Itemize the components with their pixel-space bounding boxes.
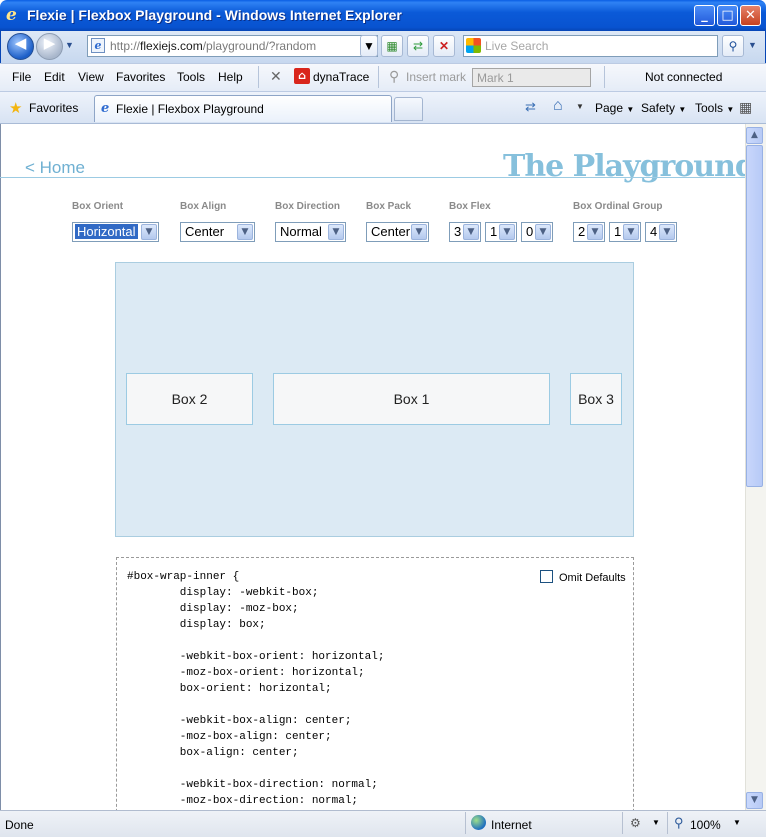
favorites-star-icon: ★ — [9, 100, 23, 117]
stop-icon[interactable]: ✕ — [433, 35, 455, 57]
box-orient-select[interactable]: Horizontal ▼ — [72, 222, 159, 242]
favorites-button[interactable]: Favorites — [29, 101, 78, 115]
toolbar-separator — [258, 66, 259, 88]
box-flex-select-2[interactable]: 1 ▼ — [485, 222, 517, 242]
close-button[interactable]: ✕ — [740, 5, 761, 26]
dynatrace-logo-icon: ⌂ — [294, 68, 310, 84]
box-ordinal-select-1[interactable]: 2 ▼ — [573, 222, 605, 242]
menu-edit[interactable]: Edit — [44, 70, 65, 84]
chevron-down-icon: ▼ — [587, 224, 603, 240]
search-options-icon[interactable]: ▼ — [748, 40, 757, 50]
css-code: #box-wrap-inner { display: -webkit-box; … — [127, 571, 385, 807]
zoom-icon[interactable]: ⚲ — [674, 815, 684, 831]
chevron-down-icon: ▼ — [463, 224, 479, 240]
box-orient-label: Box Orient — [72, 201, 124, 212]
omit-defaults-checkbox[interactable] — [540, 570, 553, 583]
chevron-down-icon: ▼ — [411, 224, 427, 240]
minimize-button[interactable]: _ — [694, 5, 715, 26]
chevron-down-icon: ▼ — [141, 224, 157, 240]
globe-icon — [471, 815, 486, 830]
feeds-icon[interactable]: ⇄ — [525, 99, 536, 115]
omit-defaults-label: Omit Defaults — [559, 572, 626, 584]
live-search-logo-icon — [466, 38, 481, 53]
connection-status: Not connected — [645, 70, 723, 84]
page-title: The Playground — [503, 149, 756, 184]
protected-mode-dropdown-icon[interactable]: ▼ — [652, 818, 660, 827]
box-ordinal-select-2[interactable]: 1 ▼ — [609, 222, 641, 242]
history-dropdown-icon[interactable]: ▼ — [65, 40, 74, 50]
scrollbar-thumb[interactable] — [746, 145, 763, 487]
home-icon[interactable]: ⌂ — [553, 97, 563, 115]
status-separator — [622, 812, 623, 834]
url-text: http://flexiejs.com/playground/?random — [110, 39, 317, 53]
box-direction-label: Box Direction — [275, 201, 341, 212]
zoom-level[interactable]: 100% — [690, 818, 721, 832]
page-menu-button[interactable]: Page ▼ — [595, 101, 634, 115]
chevron-down-icon: ▼ — [237, 224, 253, 240]
home-link[interactable]: < Home — [25, 158, 85, 178]
maximize-button[interactable]: □ — [717, 5, 738, 26]
refresh-icon[interactable]: ⇄ — [407, 35, 429, 57]
map-pin-icon: ⚲ — [389, 68, 400, 84]
flex-box-2: Box 2 — [126, 373, 253, 425]
new-tab-button[interactable] — [394, 97, 423, 121]
protected-mode-icon[interactable]: ⚙ — [630, 816, 641, 830]
security-zone: Internet — [491, 818, 532, 832]
status-text: Done — [5, 818, 34, 832]
page-icon: e — [91, 38, 105, 53]
box-direction-select[interactable]: Normal ▼ — [275, 222, 346, 242]
box-ordinal-group-label: Box Ordinal Group — [573, 201, 663, 212]
research-icon[interactable]: ▦ — [739, 99, 752, 116]
search-icon[interactable]: ⚲ — [722, 35, 744, 57]
box-pack-select[interactable]: Center ▼ — [366, 222, 429, 242]
search-placeholder: Live Search — [485, 39, 549, 53]
insert-mark-button[interactable]: Insert mark — [406, 70, 466, 84]
window-title: Flexie | Flexbox Playground - Windows In… — [27, 7, 402, 23]
box-align-select[interactable]: Center ▼ — [180, 222, 255, 242]
menu-help[interactable]: Help — [218, 70, 243, 84]
forward-button[interactable]: ▶ — [36, 33, 63, 60]
tools-menu-button[interactable]: Tools ▼ — [695, 101, 734, 115]
flex-box-3: Box 3 — [570, 373, 622, 425]
scroll-up-button[interactable]: ▲ — [746, 127, 763, 144]
close-toolbar-icon[interactable]: ✕ — [270, 68, 282, 85]
box-flex-select-3[interactable]: 0 ▼ — [521, 222, 553, 242]
tab-page-icon: e — [101, 101, 110, 116]
chevron-down-icon: ▼ — [535, 224, 551, 240]
header-divider — [0, 177, 745, 178]
menu-favorites[interactable]: Favorites — [116, 70, 165, 84]
toolbar-separator — [604, 66, 605, 88]
box-flex-select-1[interactable]: 3 ▼ — [449, 222, 481, 242]
chevron-down-icon: ▼ — [328, 224, 344, 240]
chevron-down-icon: ▼ — [659, 224, 675, 240]
chevron-down-icon: ▼ — [499, 224, 515, 240]
box-flex-label: Box Flex — [449, 201, 491, 212]
url-dropdown-button[interactable]: ▼ — [360, 35, 378, 57]
menu-view[interactable]: View — [78, 70, 104, 84]
menu-file[interactable]: File — [12, 70, 31, 84]
dynatrace-button[interactable]: dynaTrace — [313, 70, 369, 84]
menu-tools[interactable]: Tools — [177, 70, 205, 84]
home-dropdown-icon[interactable]: ▼ — [576, 102, 584, 111]
tab-title: Flexie | Flexbox Playground — [116, 102, 264, 116]
scroll-down-button[interactable]: ▼ — [746, 792, 763, 809]
box-pack-label: Box Pack — [366, 201, 412, 212]
status-separator — [465, 812, 466, 834]
safety-menu-button[interactable]: Safety ▼ — [641, 101, 686, 115]
status-separator — [667, 812, 668, 834]
flex-box-1: Box 1 — [273, 373, 550, 425]
box-ordinal-select-3[interactable]: 4 ▼ — [645, 222, 677, 242]
ie-logo-icon: e — [6, 5, 17, 25]
mark-name-field[interactable]: Mark 1 — [472, 68, 591, 87]
toolbar-separator — [378, 66, 379, 88]
zoom-dropdown-icon[interactable]: ▼ — [733, 818, 741, 827]
back-button[interactable]: ◀ — [7, 33, 34, 60]
compatibility-view-icon[interactable]: ▦ — [381, 35, 403, 57]
box-align-label: Box Align — [180, 201, 227, 212]
chevron-down-icon: ▼ — [623, 224, 639, 240]
